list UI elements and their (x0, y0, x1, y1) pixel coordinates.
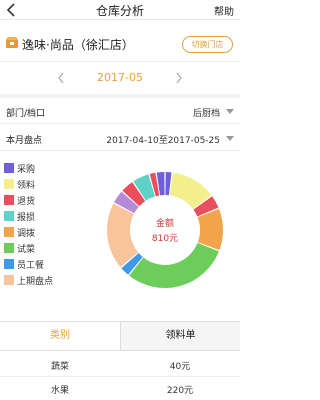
legend-label: 退货 (17, 197, 36, 207)
donut-chart: 金额 810元 (95, 150, 235, 310)
legend-item: 试菜 (4, 240, 76, 256)
legend-item: 退货 (4, 192, 76, 208)
table-row[interactable]: 蔬菜 40元 (0, 353, 240, 377)
department-value: 后厨档 (192, 109, 220, 119)
amount-cell: 40元 (169, 362, 191, 372)
next-month-icon[interactable] (174, 71, 184, 85)
legend-label: 员工餐 (17, 261, 45, 271)
month-selector: 2017-05 (0, 62, 240, 94)
legend-label: 报损 (17, 213, 36, 223)
legend-item: 员工餐 (4, 256, 76, 272)
period-filter[interactable]: 本月盘点 2017-04-10至2017-05-25 (0, 125, 240, 151)
legend-label: 调拨 (17, 229, 36, 239)
legend-swatch (4, 259, 14, 269)
legend-label: 试菜 (17, 245, 36, 255)
table-row[interactable]: 水果 220元 (0, 377, 240, 400)
amount-cell: 220元 (166, 386, 194, 396)
legend-label: 采购 (17, 165, 36, 175)
period-value: 2017-04-10至2017-05-25 (106, 136, 220, 146)
store-icon (6, 37, 18, 48)
legend-swatch (4, 211, 14, 221)
legend-item: 调拨 (4, 224, 76, 240)
chart-center-value: 810元 (151, 234, 179, 244)
category-cell: 蔬菜 (50, 362, 69, 372)
category-cell: 水果 (50, 386, 69, 396)
legend-swatch (4, 179, 14, 189)
period-label: 本月盘点 (6, 136, 43, 146)
switch-store-button[interactable]: 切换门店 (182, 36, 233, 53)
legend-swatch (4, 227, 14, 237)
tab-category[interactable]: 类别 (0, 322, 120, 350)
store-row: 逸味·尚品（徐汇店） 切换门店 (0, 28, 240, 62)
legend-swatch (4, 275, 14, 285)
tab-requisition[interactable]: 领料单 (120, 322, 240, 350)
legend-swatch (4, 195, 14, 205)
legend-item: 领料 (4, 176, 76, 192)
department-filter[interactable]: 部门/档口 后厨档 (0, 98, 240, 124)
help-button[interactable]: 帮助 (214, 3, 234, 18)
donut-slice (129, 242, 219, 288)
chart-center-label: 金额 (155, 219, 174, 229)
chevron-down-icon (226, 109, 234, 114)
chevron-down-icon (226, 136, 234, 141)
tab-bar: 类别 领料单 (0, 321, 240, 351)
current-month: 2017-05 (97, 71, 143, 84)
legend-item: 报损 (4, 208, 76, 224)
donut-chart-svg (107, 172, 223, 288)
legend-label: 上期盘点 (17, 277, 54, 287)
legend-item: 采购 (4, 160, 76, 176)
department-label: 部门/档口 (6, 109, 46, 119)
legend-swatch (4, 243, 14, 253)
chart-legend: 采购 领料 退货 报损 调拨 试菜 员工餐 上期盘点 (4, 160, 76, 288)
store-name: 逸味·尚品（徐汇店） (22, 38, 134, 52)
app-header: 仓库分析 帮助 (0, 0, 240, 20)
legend-label: 领料 (17, 181, 36, 191)
legend-swatch (4, 163, 14, 173)
page-title: 仓库分析 (95, 4, 144, 18)
legend-item: 上期盘点 (4, 272, 76, 288)
